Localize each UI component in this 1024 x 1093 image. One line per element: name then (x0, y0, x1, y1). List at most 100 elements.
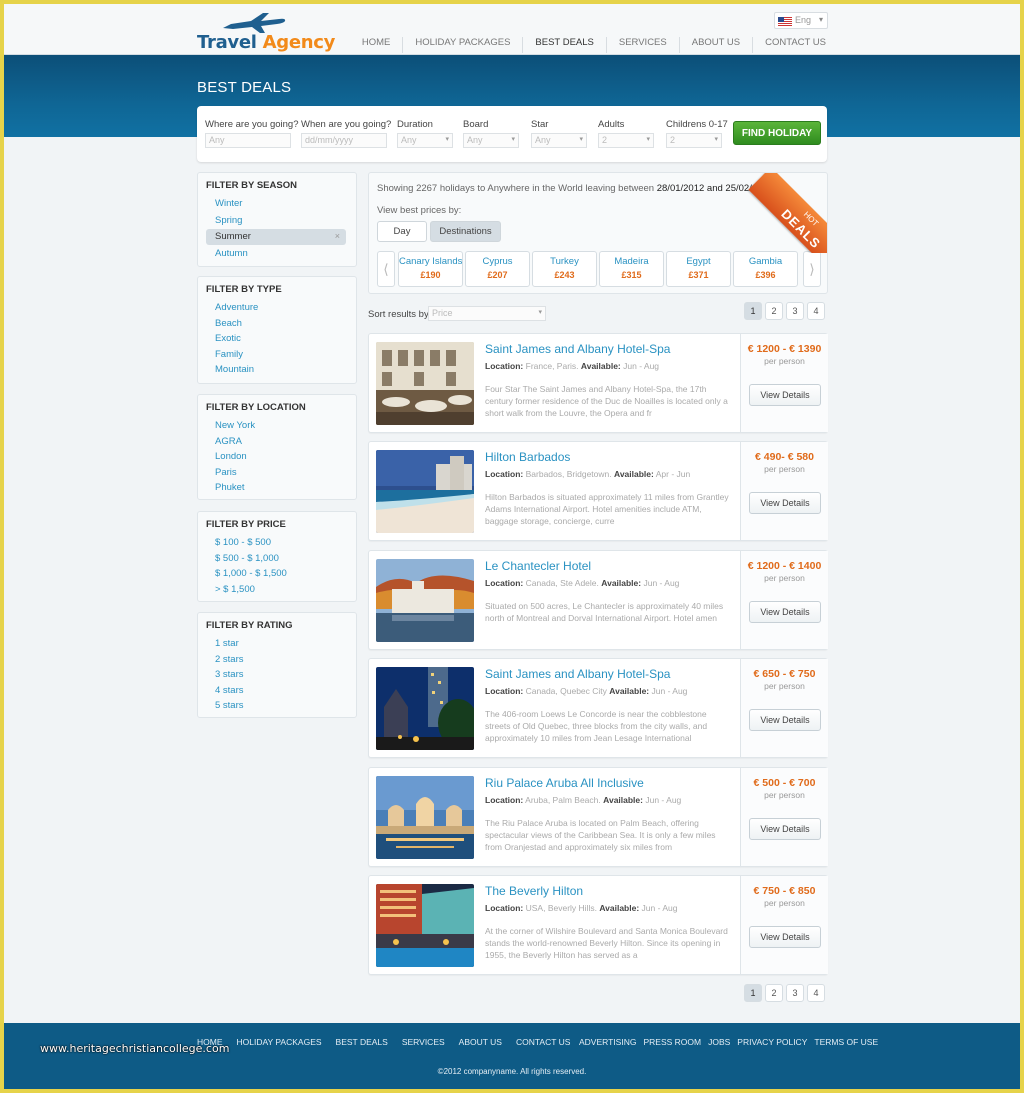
when-input[interactable]: dd/mm/yyyy (301, 133, 387, 148)
filter-rating: FILTER BY RATING 1 star 2 stars 3 stars … (197, 612, 357, 718)
filter-item-agra[interactable]: AGRA (198, 434, 356, 450)
duration-select[interactable]: Any ▾ (397, 133, 453, 148)
nav-home[interactable]: HOME (350, 37, 403, 53)
view-details-button[interactable]: View Details (749, 492, 821, 514)
filter-item-price-1[interactable]: $ 100 - $ 500 (198, 535, 356, 551)
destination-canary-islands[interactable]: Canary Islands £190 (398, 251, 463, 287)
board-label: Board (463, 119, 489, 130)
board-select[interactable]: Any ▾ (463, 133, 519, 148)
language-select[interactable]: Eng ▾ (774, 12, 828, 29)
filter-price: FILTER BY PRICE $ 100 - $ 500 $ 500 - $ … (197, 511, 357, 602)
page-button[interactable]: 2 (765, 984, 783, 1002)
star-select[interactable]: Any ▾ (531, 133, 587, 148)
hotel-description: The 406-room Loews Le Concorde is near t… (485, 709, 708, 743)
hotel-name[interactable]: Riu Palace Aruba All Inclusive (485, 776, 644, 790)
close-icon[interactable]: × (335, 229, 340, 245)
footer-link-services[interactable]: SERVICES (402, 1037, 445, 1047)
hotel-name[interactable]: Saint James and Albany Hotel-Spa (485, 342, 670, 356)
hotel-card: Riu Palace Aruba All Inclusive Location:… (368, 767, 828, 867)
footer-link-best-deals[interactable]: BEST DEALS (336, 1037, 388, 1047)
hotel-photo[interactable] (376, 667, 474, 750)
view-details-button[interactable]: View Details (749, 601, 821, 623)
filter-item-3-stars[interactable]: 3 stars (198, 667, 356, 683)
footer-link-terms-of-use[interactable]: TERMS OF USE (814, 1037, 878, 1047)
filter-item-london[interactable]: London (198, 449, 356, 465)
destination-cyprus[interactable]: Cyprus £207 (465, 251, 530, 287)
view-details-button[interactable]: View Details (749, 926, 821, 948)
logo[interactable]: Travel Agency (197, 12, 335, 53)
filter-item-exotic[interactable]: Exotic (198, 331, 356, 347)
destination-madeira[interactable]: Madeira £315 (599, 251, 664, 287)
hotel-photo[interactable] (376, 776, 474, 859)
page-button[interactable]: 1 (744, 984, 762, 1002)
hotel-name[interactable]: Hilton Barbados (485, 450, 570, 464)
footer-link-about-us[interactable]: ABOUT US (459, 1037, 502, 1047)
and-word: and (706, 183, 723, 194)
page-button[interactable]: 4 (807, 984, 825, 1002)
nav-services[interactable]: SERVICES (605, 37, 679, 53)
paris-courtyard-image (376, 342, 474, 425)
filter-item-5-stars[interactable]: 5 stars (198, 698, 356, 714)
page-button[interactable]: 4 (807, 302, 825, 320)
filter-item-price-2[interactable]: $ 500 - $ 1,000 (198, 551, 356, 567)
filter-item-1-star[interactable]: 1 star (198, 636, 356, 652)
footer-link-privacy-policy[interactable]: PRIVACY POLICY (737, 1037, 807, 1047)
footer-link-advertising[interactable]: ADVERTISING (579, 1037, 636, 1047)
filter-item-4-stars[interactable]: 4 stars (198, 683, 356, 699)
hotel-price: € 500 - € 700 (753, 777, 816, 789)
adults-select[interactable]: 2 ▾ (598, 133, 654, 148)
footer-link-contact-us[interactable]: CONTACT US (516, 1037, 570, 1047)
hotel-photo[interactable] (376, 884, 474, 967)
footer-link-jobs[interactable]: JOBS (708, 1037, 730, 1047)
toggle-day[interactable]: Day (377, 221, 427, 242)
hotel-name[interactable]: Le Chantecler Hotel (485, 559, 591, 573)
nav-best-deals[interactable]: BEST DEALS (522, 37, 605, 53)
per-person-label: per person (764, 356, 805, 366)
logo-text: Travel Agency (197, 32, 336, 53)
filter-item-autumn[interactable]: Autumn (198, 246, 356, 262)
where-field: Where are you going? Any (205, 119, 298, 148)
filter-item-adventure[interactable]: Adventure (198, 300, 356, 316)
find-holiday-button[interactable]: FIND HOLIDAY (733, 121, 821, 145)
page-button[interactable]: 2 (765, 302, 783, 320)
hotel-name[interactable]: The Beverly Hilton (485, 884, 583, 898)
hotel-photo[interactable] (376, 450, 474, 533)
filter-item-phuket[interactable]: Phuket (198, 480, 356, 496)
destination-gambia[interactable]: Gambia £396 (733, 251, 798, 287)
page-button[interactable]: 1 (744, 302, 762, 320)
toggle-destinations[interactable]: Destinations (430, 221, 501, 242)
page-button[interactable]: 3 (786, 984, 804, 1002)
filter-item-paris[interactable]: Paris (198, 465, 356, 481)
where-input[interactable]: Any (205, 133, 291, 148)
filter-item-mountain[interactable]: Mountain (198, 362, 356, 378)
sort-select[interactable]: Price ▾ (428, 306, 546, 321)
filter-item-new-york[interactable]: New York (198, 418, 356, 434)
destination-name: Turkey (550, 256, 579, 267)
filter-item-family[interactable]: Family (198, 347, 356, 363)
view-details-button[interactable]: View Details (749, 384, 821, 406)
nav-about-us[interactable]: ABOUT US (678, 37, 752, 53)
filter-item-price-4[interactable]: > $ 1,500 (198, 582, 356, 598)
chevron-left-icon[interactable]: ⟨ (377, 251, 395, 287)
hotel-photo[interactable] (376, 342, 474, 425)
hotel-name[interactable]: Saint James and Albany Hotel-Spa (485, 667, 670, 681)
filter-item-spring[interactable]: Spring (198, 213, 356, 229)
footer-link-holiday-packages[interactable]: HOLIDAY PACKAGES (237, 1037, 322, 1047)
filter-item-winter[interactable]: Winter (198, 196, 356, 212)
filter-item-summer[interactable]: Summer × (206, 229, 346, 245)
destination-turkey[interactable]: Turkey £243 (532, 251, 597, 287)
hotel-photo[interactable] (376, 559, 474, 642)
page-title: BEST DEALS (197, 79, 292, 96)
view-details-button[interactable]: View Details (749, 709, 821, 731)
filter-item-beach[interactable]: Beach (198, 316, 356, 332)
filter-item-price-3[interactable]: $ 1,000 - $ 1,500 (198, 566, 356, 582)
children-select[interactable]: 2 ▾ (666, 133, 722, 148)
footer-link-press-room[interactable]: PRESS ROOM (643, 1037, 701, 1047)
page-button[interactable]: 3 (786, 302, 804, 320)
destination-egypt[interactable]: Egypt £371 (666, 251, 731, 287)
view-details-button[interactable]: View Details (749, 818, 821, 840)
nav-contact-us[interactable]: CONTACT US (752, 37, 838, 53)
filter-item-2-stars[interactable]: 2 stars (198, 652, 356, 668)
nav-holiday-packages[interactable]: HOLIDAY PACKAGES (402, 37, 522, 53)
chevron-right-icon[interactable]: ⟩ (803, 251, 821, 287)
